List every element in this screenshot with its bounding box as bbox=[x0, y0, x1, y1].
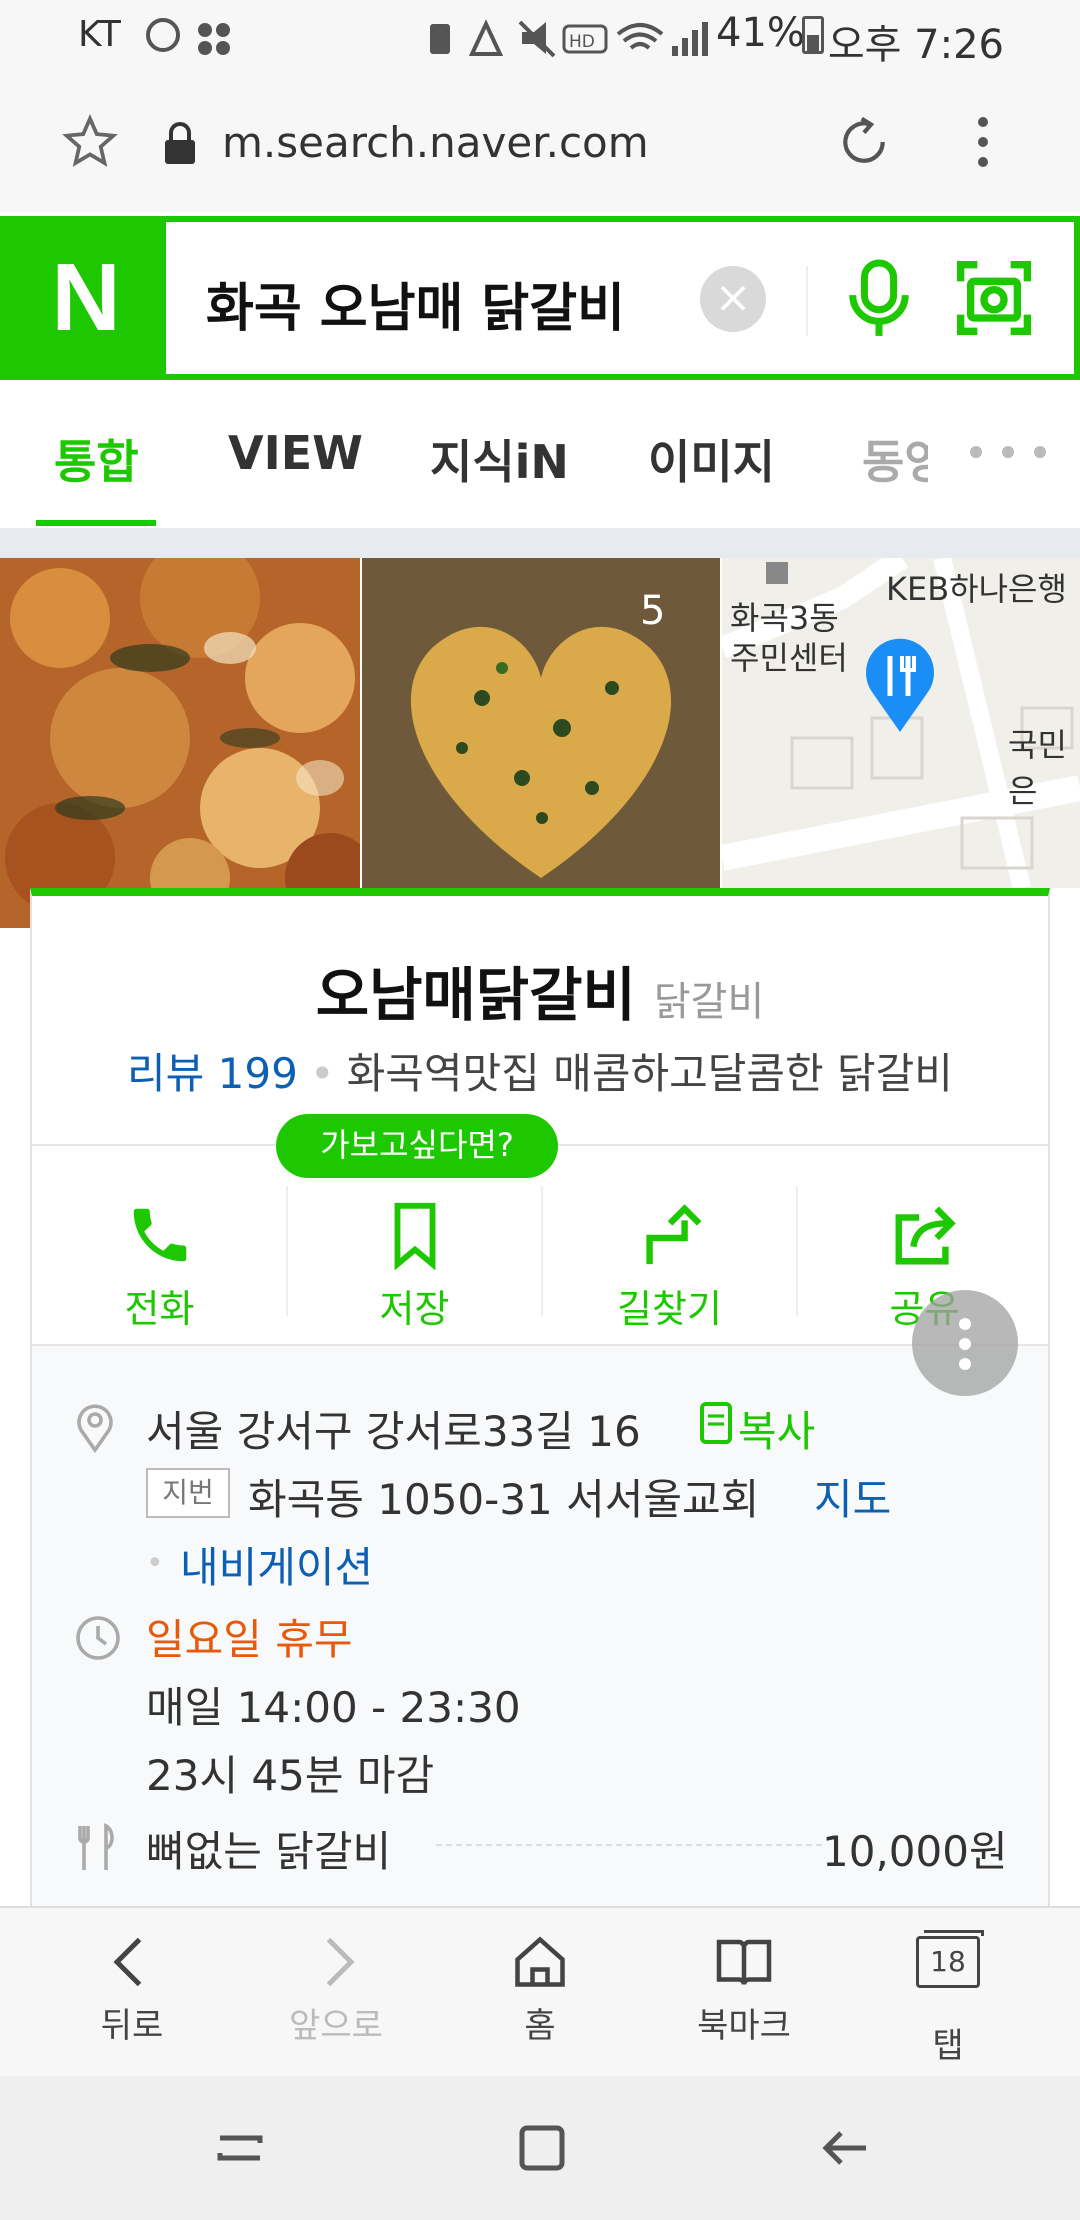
map-label-bank: KEB하나은행 bbox=[886, 570, 1067, 608]
naver-search-box: N 화곡 오남매 닭갈비 × bbox=[0, 216, 1080, 380]
location-map-thumbnail[interactable]: KEB하나은행 화곡3동 주민센터 국민은 bbox=[722, 558, 1080, 888]
map-label-kookmin: 국민은 bbox=[1008, 726, 1067, 810]
directions-button[interactable]: 길찾기 bbox=[542, 1176, 797, 1346]
more-tabs-icon[interactable] bbox=[968, 444, 1048, 464]
place-card: 오남매닭갈비 닭갈비 리뷰 199 • 화곡역맛집 매콤하고달콤한 닭갈비 전화 저장… bbox=[30, 888, 1050, 1908]
call-label: 전화 bbox=[124, 1287, 195, 1331]
reload-icon[interactable] bbox=[836, 114, 892, 174]
location-pin-icon bbox=[74, 1402, 116, 1458]
overflow-menu-icon[interactable] bbox=[976, 116, 990, 172]
share-icon bbox=[895, 1206, 956, 1265]
tab-images[interactable]: 이미지 bbox=[648, 426, 775, 492]
home-icon bbox=[515, 1936, 565, 1987]
place-details: 서울 강서구 강서로33길 16 복사 지번 화곡동 1050-31 서서울교회… bbox=[32, 1346, 1048, 1906]
save-button[interactable]: 저장 bbox=[287, 1176, 542, 1346]
save-label: 저장 bbox=[379, 1287, 450, 1331]
tabs-icon-shadow bbox=[924, 1930, 984, 1936]
search-tabs: 통합 VIEW 지식iN 이미지 동영상 bbox=[0, 380, 1080, 528]
closed-day: 일요일 휴무 bbox=[146, 1615, 353, 1664]
place-title: 오남매닭갈비 닭갈비 bbox=[32, 948, 1048, 1032]
directions-label: 길찾기 bbox=[617, 1287, 722, 1331]
system-navigation-bar bbox=[0, 2076, 1080, 2220]
closing-time: 23시 45분 마감 bbox=[146, 1751, 435, 1800]
floating-more-button[interactable] bbox=[912, 1290, 1018, 1396]
battery-percent: 41% bbox=[716, 10, 805, 56]
clock: 오후 7:26 bbox=[827, 22, 1004, 68]
road-address: 서울 강서구 강서로33길 16 bbox=[146, 1407, 641, 1456]
clock-icon bbox=[74, 1614, 122, 1666]
directions-icon bbox=[645, 1204, 701, 1265]
menu-leader bbox=[436, 1844, 822, 1846]
place-category: 닭갈비 bbox=[653, 979, 765, 1025]
svg-text:HD: HD bbox=[569, 32, 595, 52]
search-divider bbox=[806, 266, 808, 336]
map-link[interactable]: 지도 bbox=[814, 1466, 891, 1527]
copy-address-button[interactable]: 복사 bbox=[738, 1398, 815, 1459]
back-button[interactable]: 뒤로 bbox=[32, 1908, 232, 2078]
b-app-icon bbox=[146, 18, 180, 52]
forward-button[interactable]: 앞으로 bbox=[236, 1908, 436, 2078]
tabs-icon: 18 bbox=[916, 1936, 980, 1988]
lot-number-tag: 지번 bbox=[146, 1468, 230, 1518]
star-icon[interactable] bbox=[62, 114, 118, 174]
active-tab-indicator bbox=[36, 520, 156, 526]
search-input[interactable]: 화곡 오남매 닭갈비 bbox=[206, 266, 625, 341]
call-button[interactable]: 전화 bbox=[32, 1176, 287, 1346]
home-label: 홈 bbox=[524, 2006, 556, 2046]
review-count-link[interactable]: 리뷰 199 bbox=[127, 1049, 298, 1098]
food-photo-fried-rice[interactable]: 5 bbox=[362, 558, 720, 888]
place-summary: 리뷰 199 • 화곡역맛집 매콤하고달콤한 닭갈비 bbox=[127, 1049, 953, 1098]
section-separator bbox=[0, 528, 1080, 558]
voice-search-icon[interactable] bbox=[844, 256, 914, 344]
food-photo-dakgalbi[interactable] bbox=[0, 538, 375, 928]
tabs-label: 탭 bbox=[932, 2026, 964, 2066]
tab-view[interactable]: VIEW bbox=[228, 426, 363, 480]
bookmarks-icon bbox=[716, 1939, 772, 1985]
clear-search-button[interactable]: × bbox=[700, 266, 766, 332]
business-hours: 매일 14:00 - 23:30 bbox=[146, 1683, 521, 1732]
menu-item-price: 10,000원 bbox=[822, 1827, 1008, 1876]
menu-item-name: 뼈없는 닭갈비 bbox=[146, 1827, 392, 1876]
naver-logo[interactable]: N bbox=[6, 222, 166, 374]
status-bar: KT HD 41% 오후 7:26 bbox=[0, 0, 1080, 72]
tab-integrated[interactable]: 통합 bbox=[54, 426, 139, 492]
bookmark-icon bbox=[394, 1202, 435, 1270]
forward-label: 앞으로 bbox=[289, 2006, 383, 2046]
battery-icon bbox=[802, 16, 824, 54]
browser-toolbar: 뒤로 앞으로 홈 북마크 18 탭 bbox=[0, 1906, 1080, 2076]
home-button[interactable]: 홈 bbox=[440, 1908, 640, 2078]
tabs-button[interactable]: 18 탭 bbox=[848, 1908, 1048, 2078]
apps-grid-icon bbox=[196, 22, 232, 56]
forward-icon bbox=[326, 1937, 355, 1987]
back-nav-icon[interactable] bbox=[816, 2118, 876, 2182]
bookmarks-button[interactable]: 북마크 bbox=[644, 1908, 844, 2078]
save-tooltip: 가보고싶다면? bbox=[276, 1114, 558, 1178]
bookmarks-label: 북마크 bbox=[697, 2006, 791, 2046]
notification-icons: HD bbox=[428, 18, 718, 62]
bullet: • bbox=[146, 1546, 164, 1581]
home-nav-icon[interactable] bbox=[512, 2118, 572, 2182]
place-photos: 5 KEB하나은행 화곡3동 주민센터 국민은 bbox=[0, 538, 1080, 928]
map-label-community-center: 화곡3동 주민센터 bbox=[730, 599, 848, 677]
browser-url-bar: m.search.naver.com bbox=[0, 72, 1080, 212]
restaurant-pin-icon bbox=[860, 636, 940, 740]
tab-videos[interactable]: 동영상 bbox=[862, 426, 928, 492]
navigation-link[interactable]: 내비게이션 bbox=[180, 1534, 373, 1595]
back-icon bbox=[113, 1937, 142, 1987]
photo-count-badge: 5 bbox=[640, 588, 666, 634]
back-label: 뒤로 bbox=[100, 2006, 164, 2046]
camera-search-icon[interactable] bbox=[954, 258, 1034, 342]
place-tagline: 화곡역맛집 매콤하고달콤한 닭갈비 bbox=[346, 1049, 953, 1098]
lot-address: 화곡동 1050-31 서서울교회 bbox=[248, 1475, 760, 1524]
place-name[interactable]: 오남매닭갈비 bbox=[316, 961, 636, 1029]
phone-icon bbox=[133, 1208, 186, 1262]
recent-apps-icon[interactable] bbox=[210, 2118, 270, 2182]
carrier-label: KT bbox=[78, 14, 121, 55]
tab-knowledge-in[interactable]: 지식iN bbox=[430, 426, 569, 492]
menu-icon bbox=[74, 1822, 122, 1878]
url-text[interactable]: m.search.naver.com bbox=[222, 118, 649, 167]
lock-icon bbox=[162, 122, 198, 170]
copy-icon[interactable] bbox=[698, 1400, 734, 1450]
